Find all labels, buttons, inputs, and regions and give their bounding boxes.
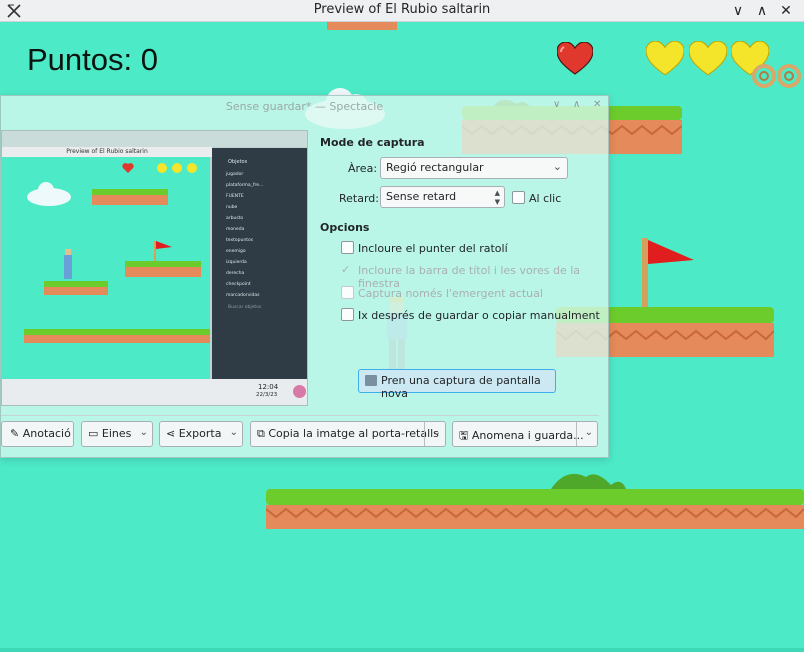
- screenshot-icon: [365, 375, 377, 386]
- popup-only-checkbox[interactable]: [341, 286, 354, 299]
- tools-button[interactable]: ▭ Eines ⌄: [81, 421, 153, 447]
- checkpoint-flag: [642, 238, 694, 308]
- score-text: Puntos: 0: [27, 42, 158, 77]
- include-titlebar-checkbox[interactable]: ✓: [341, 263, 354, 276]
- export-label: Exporta: [178, 427, 222, 440]
- area-label: Àrea:: [348, 162, 378, 175]
- maximize-button[interactable]: ∧: [752, 1, 772, 21]
- annotate-button[interactable]: ✎ Anotació: [1, 421, 74, 447]
- delay-spinbox[interactable]: Sense retard ▲ ▼: [380, 186, 505, 208]
- area-select[interactable]: Regió rectangular ⌄: [380, 157, 568, 179]
- annotate-label: Anotació: [22, 427, 71, 440]
- toolbar-separator: [1, 415, 599, 416]
- mini-panel-title: Objetos: [228, 159, 248, 165]
- window-titlebar: Preview of El Rubio saltarin ∨ ∧ ✕: [0, 0, 804, 22]
- mini-object-row: enemigo: [226, 249, 246, 254]
- copy-clipboard-button[interactable]: ⧉ Copia la imatge al porta-retalls ⌄: [250, 421, 446, 447]
- copy-label: Copia la imatge al porta-retalls: [268, 427, 439, 440]
- chevron-down-icon[interactable]: ⌄: [433, 427, 441, 438]
- window-title: Preview of El Rubio saltarin: [313, 2, 491, 17]
- life-heart-icon: [646, 41, 684, 76]
- mini-object-row: FUENTE: [226, 194, 244, 199]
- mini-game: [2, 157, 210, 379]
- close-button[interactable]: ✕: [776, 1, 796, 21]
- quit-after-save-label: Ix després de guardar o copiar manualmen…: [358, 309, 600, 322]
- chevron-down-icon: ⌄: [229, 427, 238, 438]
- preview-top-strip: [2, 131, 307, 147]
- mini-clock-time: 12:04: [258, 383, 279, 391]
- life-heart-icon: [689, 41, 727, 76]
- mini-object-row: marcadorvidas: [226, 293, 260, 298]
- dialog-close-button[interactable]: ✕: [593, 99, 601, 110]
- mini-object-row: arbusto: [226, 216, 244, 221]
- new-screenshot-button[interactable]: Pren una captura de pantalla nova: [358, 369, 556, 400]
- mini-object-row: moneda: [226, 227, 245, 232]
- dialog-title: Sense guardar* — Spectacle: [225, 100, 384, 113]
- split-divider: [424, 422, 425, 446]
- pencil-icon: ✎: [10, 427, 20, 440]
- spectacle-dialog[interactable]: Sense guardar* — Spectacle ∨ ∧ ✕ Preview…: [0, 95, 609, 458]
- heart-icon: [557, 42, 593, 75]
- coin-icon: [752, 64, 801, 88]
- save-as-label: Anomena i guarda...: [471, 429, 584, 442]
- export-button[interactable]: ⋖ Exporta ⌄: [159, 421, 243, 447]
- mini-object-row: nube: [226, 205, 238, 210]
- quit-after-save-checkbox[interactable]: [341, 308, 354, 321]
- save-icon: 🖫: [459, 429, 469, 442]
- mini-object-row: textopuntos: [226, 238, 254, 243]
- mini-taskbar: 12:04 22/3/23: [2, 379, 307, 405]
- capture-mode-title: Mode de captura: [320, 136, 425, 149]
- new-screenshot-label: Pren una captura de pantalla nova: [381, 374, 541, 400]
- mini-object-row: jugador: [226, 172, 244, 177]
- on-click-label: Al clic: [529, 192, 562, 205]
- platform-top-partial: [327, 22, 397, 30]
- area-select-value: Regió rectangular: [386, 161, 484, 174]
- minimize-button[interactable]: ∨: [728, 1, 748, 21]
- dialog-maximize-button[interactable]: ∧: [573, 99, 580, 110]
- delay-label: Retard:: [339, 192, 379, 205]
- options-title: Opcions: [320, 221, 370, 234]
- mini-object-row: derecha: [226, 271, 245, 276]
- mini-object-row: plataforma_fre...: [226, 183, 264, 188]
- mini-search-placeholder: Buscar objetos: [228, 305, 262, 310]
- spin-down-icon[interactable]: ▼: [495, 198, 500, 206]
- mini-object-row: izquierda: [226, 260, 247, 265]
- copy-icon: ⧉: [257, 427, 265, 440]
- platform-ground: [266, 473, 804, 529]
- mini-object-row: checkpoint: [226, 282, 251, 287]
- bottom-edge: [0, 648, 804, 652]
- share-icon: ⋖: [166, 427, 176, 440]
- mini-avatar: [293, 385, 306, 398]
- mini-clock-date: 22/3/23: [256, 392, 278, 398]
- chevron-down-icon: ⌄: [139, 427, 148, 438]
- mini-game-scene: [24, 163, 210, 343]
- spin-up-icon[interactable]: ▲: [495, 189, 500, 197]
- on-click-checkbox[interactable]: [512, 191, 525, 204]
- save-as-button[interactable]: 🖫 Anomena i guarda... ⌄: [452, 421, 598, 447]
- delay-value: Sense retard: [386, 190, 457, 203]
- tools-label: Eines: [101, 427, 132, 440]
- toolbox-icon: ▭: [88, 427, 99, 440]
- include-pointer-label: Incloure el punter del ratolí: [358, 242, 508, 255]
- include-pointer-checkbox[interactable]: [341, 241, 354, 254]
- popup-only-label: Captura només l'emergent actual: [358, 287, 543, 300]
- chevron-down-icon: ⌄: [552, 160, 562, 173]
- mini-objects-panel: Objetos jugador plataforma_fre... FUENTE…: [212, 148, 307, 379]
- dialog-minimize-button[interactable]: ∨: [553, 99, 560, 110]
- chevron-down-icon[interactable]: ⌄: [585, 427, 593, 438]
- split-divider: [576, 422, 577, 446]
- mini-window-title: Preview of El Rubio saltarin: [2, 147, 212, 157]
- capture-preview[interactable]: Preview of El Rubio saltarin Objetos jug…: [1, 130, 308, 406]
